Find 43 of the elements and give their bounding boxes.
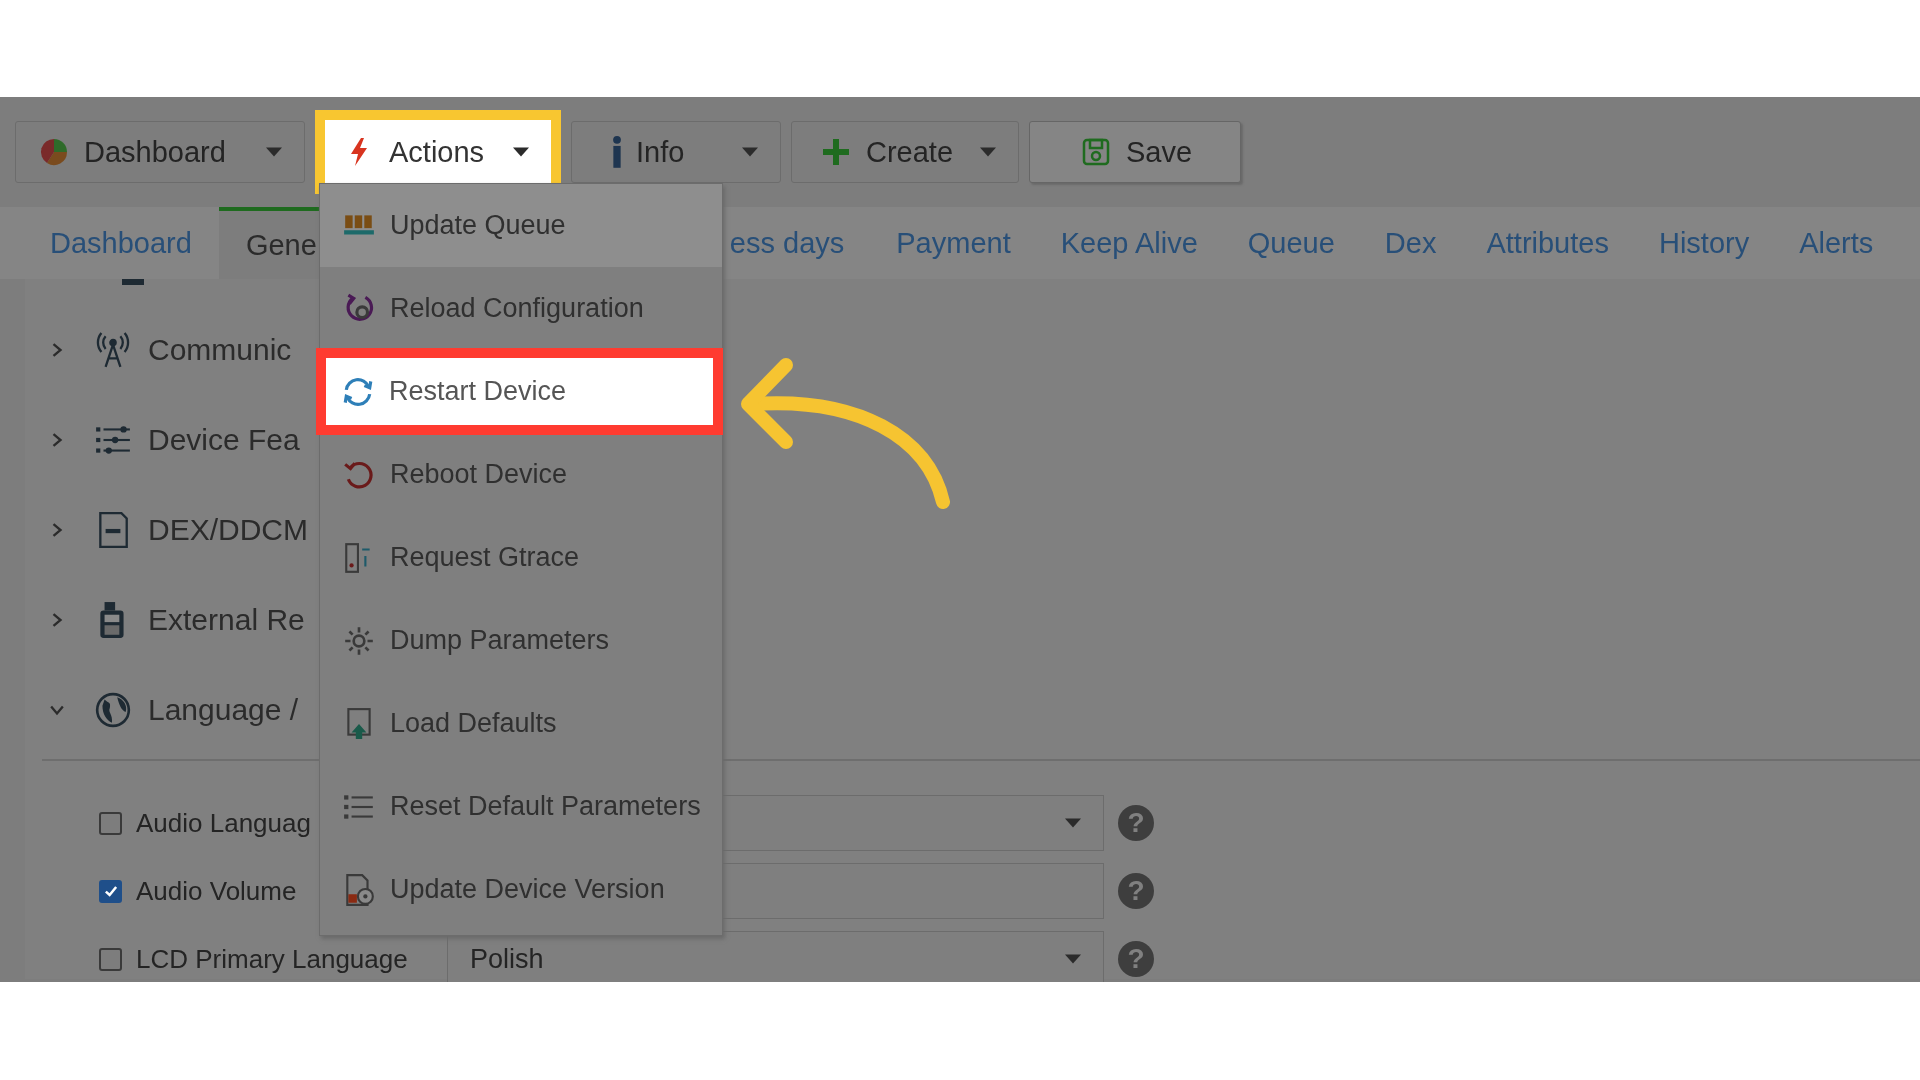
tab[interactable]: Queue [1222,207,1360,279]
toolbar-button[interactable]: Create [791,121,1019,183]
caret-icon [1065,954,1081,964]
section-header[interactable]: External Re [25,575,305,665]
section-header[interactable]: Device Fea [25,395,300,485]
help-icon[interactable]: ? [1118,805,1154,841]
caret-icon [1065,818,1081,828]
checkbox[interactable] [99,811,122,835]
tab[interactable]: Dashboard [23,207,219,279]
pie-chart-icon [38,136,70,168]
menu-item[interactable]: Reset Default Parameters [320,765,722,848]
tab[interactable]: Dex [1359,207,1462,279]
checkmark-icon [102,883,119,899]
tab[interactable]: History [1633,207,1775,279]
menu-item[interactable]: Request Gtrace [320,516,722,599]
section-header[interactable]: Language / [25,665,299,755]
toolbar-button[interactable]: Save [1029,121,1241,183]
menu-item[interactable]: Dump Parameters [320,599,722,682]
menu-item[interactable]: Reboot Device [320,433,722,516]
help-icon[interactable]: ? [1118,941,1154,977]
section-header[interactable]: Communic [25,305,292,395]
menu-item[interactable]: Load Defaults [320,682,722,765]
dropdown-field[interactable]: Polish [447,931,1104,982]
tab[interactable]: Payment [871,207,1036,279]
tab[interactable]: ess days [729,207,872,279]
field-label: Audio Volume [136,875,297,906]
menu-item[interactable]: Update Queue [320,184,722,267]
tab[interactable]: Alerts [1774,207,1899,279]
checkbox[interactable] [99,947,122,971]
section-header[interactable]: DEX/DDCM [25,485,308,575]
tab[interactable]: Keep Alive [1035,207,1223,279]
tab[interactable]: Attributes [1461,207,1634,279]
checkbox[interactable] [99,879,122,903]
menu-item[interactable]: Update Device Version [320,848,722,931]
info-icon [612,135,622,169]
help-icon[interactable]: ? [1118,873,1154,909]
plus-icon [820,136,852,168]
field-label: Audio Languag [136,807,311,838]
toolbar-button[interactable]: Info [571,121,781,183]
toolbar-button[interactable]: Dashboard [15,121,305,183]
scroll-marker [122,279,144,285]
field-label: LCD Primary Language [136,943,408,974]
menu-item[interactable]: Restart Device [316,348,723,435]
